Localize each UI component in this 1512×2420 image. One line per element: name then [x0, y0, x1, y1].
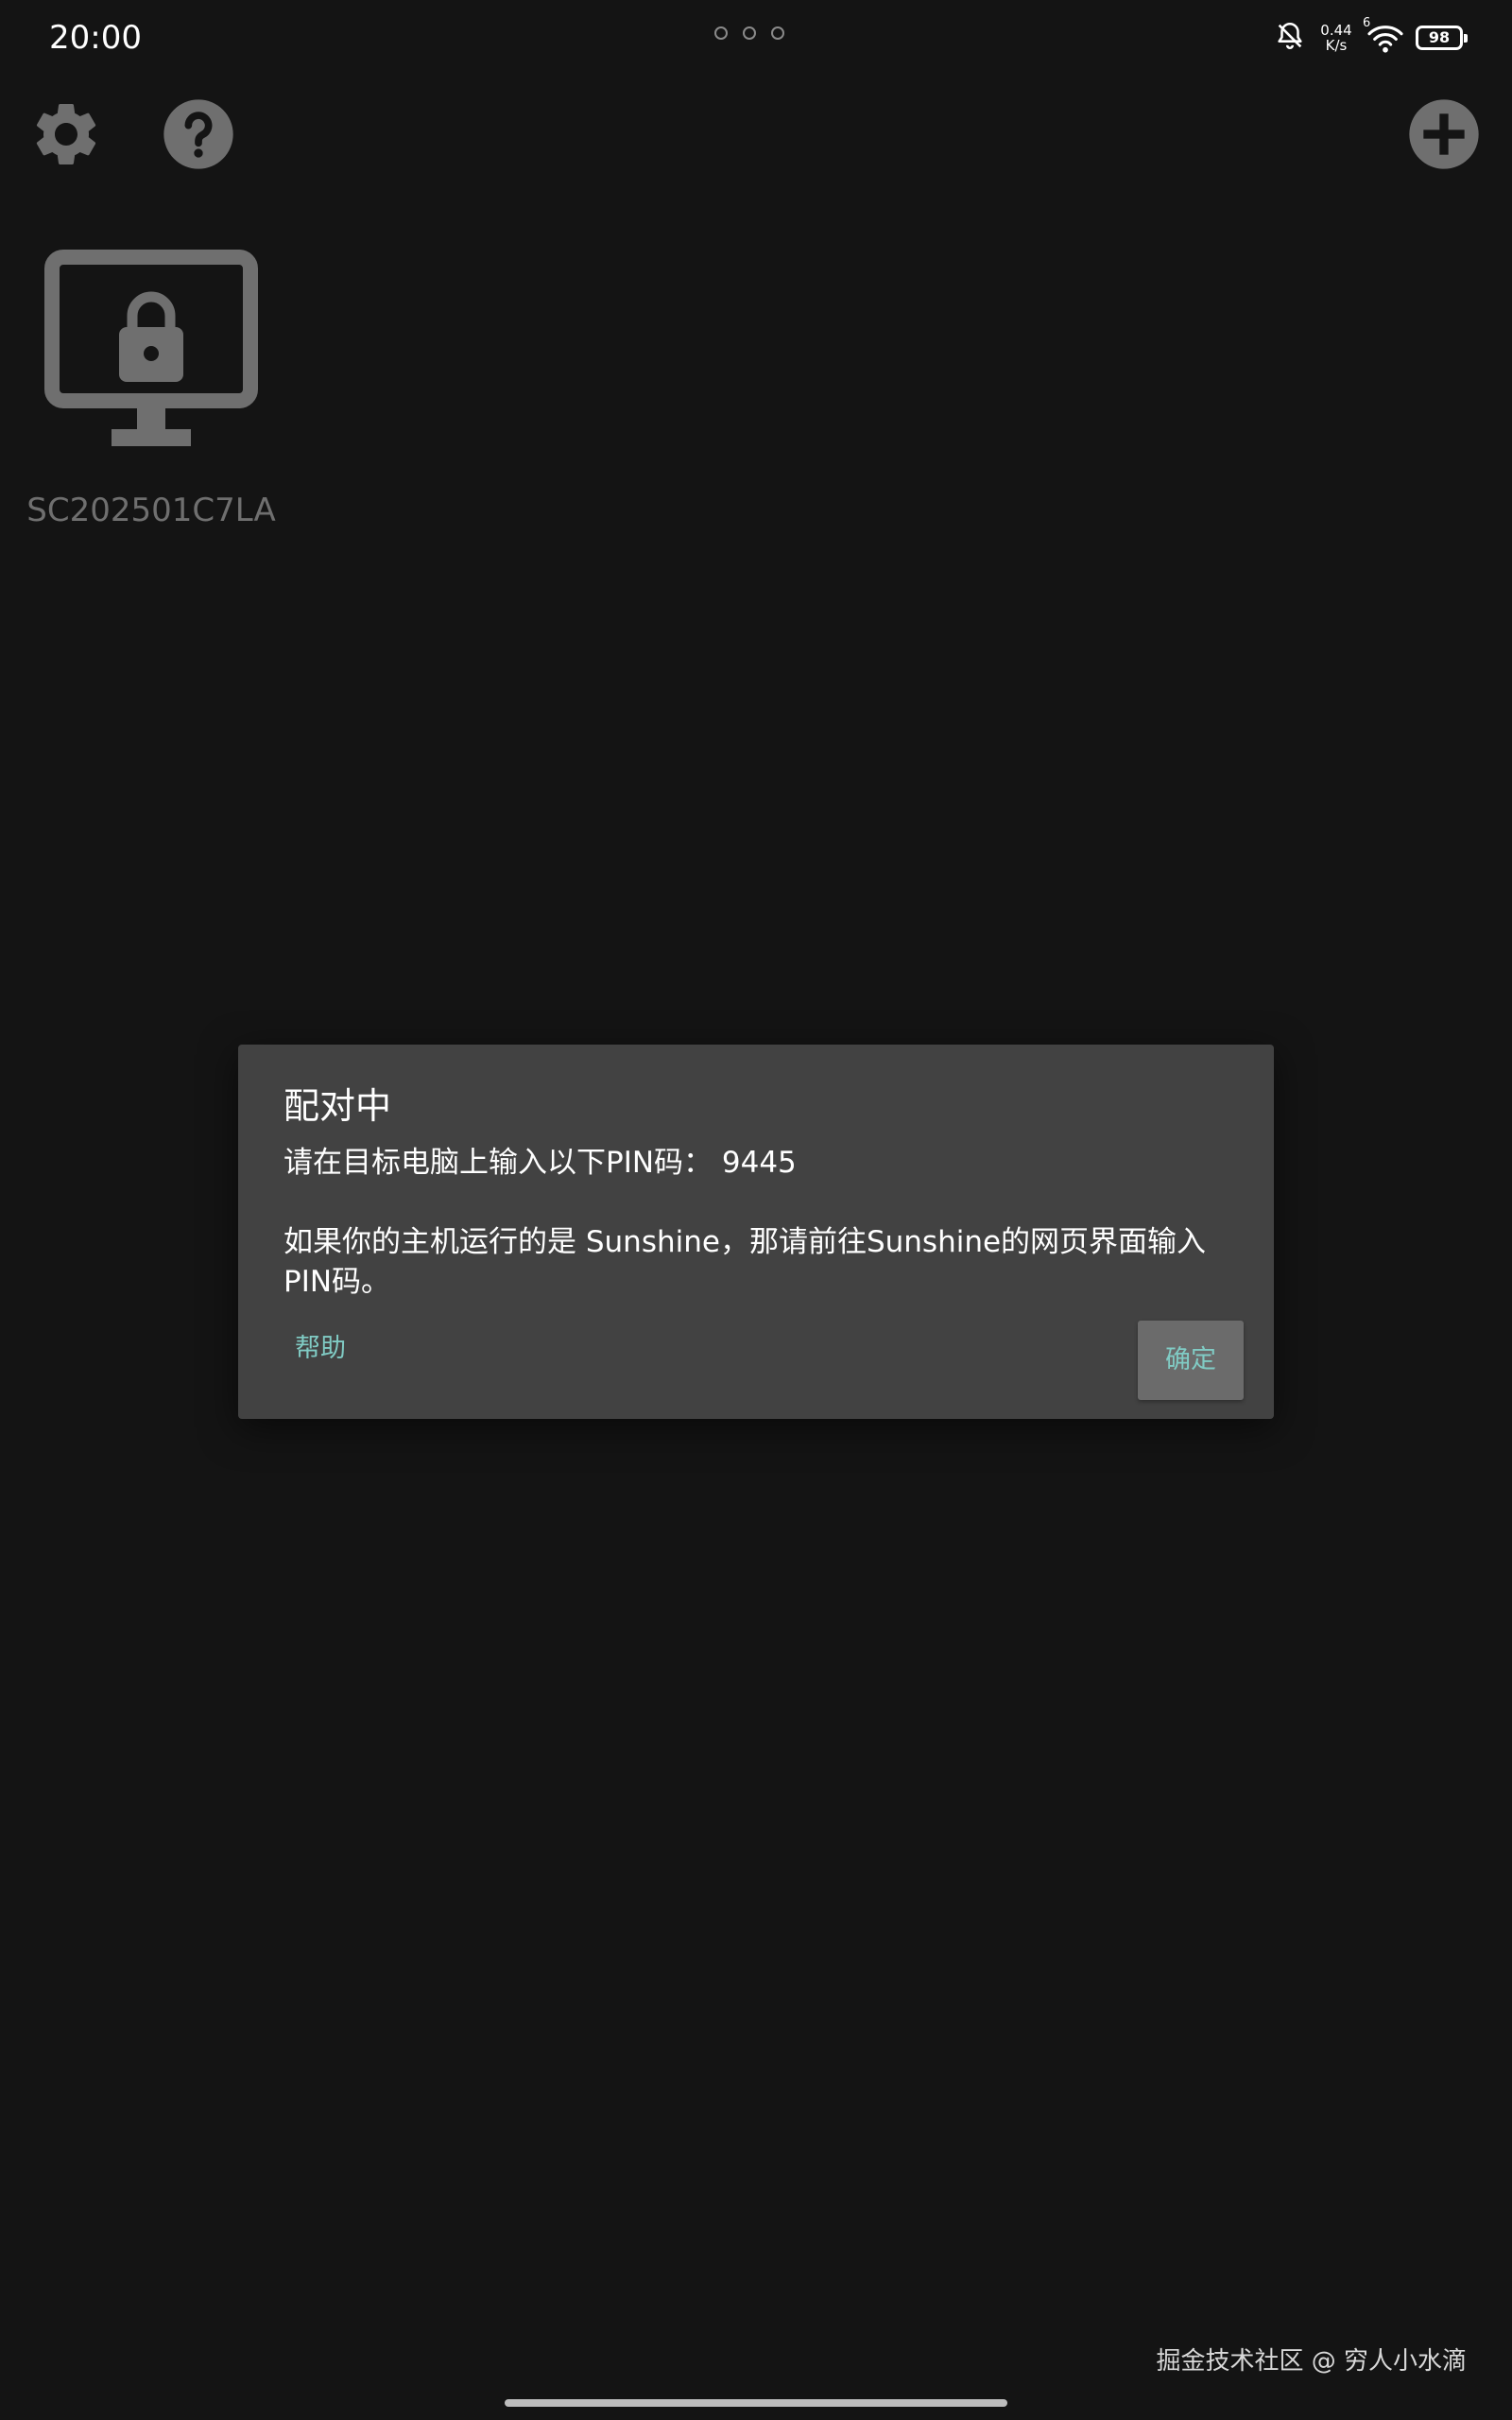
network-speed: 0.44 K/s: [1317, 23, 1355, 53]
status-time: 20:00: [49, 19, 142, 57]
status-icons: 0.44 K/s 6 98: [1274, 16, 1468, 59]
ok-button[interactable]: 确定: [1138, 1321, 1244, 1400]
battery-icon: 98: [1416, 26, 1468, 50]
dialog-message: 请在目标电脑上输入以下PIN码： 9445 如果你的主机运行的是 Sunshin…: [284, 1146, 1207, 1299]
locked-monitor-icon: [44, 250, 258, 446]
home-indicator[interactable]: [505, 2399, 1007, 2407]
status-dot: [714, 26, 728, 40]
watermark: 掘金技术社区 @ 穷人小水滴: [1156, 2347, 1467, 2376]
wifi-badge: 6: [1363, 16, 1371, 30]
settings-button[interactable]: [28, 96, 104, 172]
wifi-icon: 6: [1363, 16, 1404, 54]
pc-name: SC202501C7LA: [26, 492, 276, 529]
network-speed-unit: K/s: [1325, 37, 1348, 54]
plus-icon: [1409, 99, 1479, 169]
help-button[interactable]: [161, 96, 236, 172]
network-speed-value: 0.44: [1320, 22, 1352, 39]
add-pc-button[interactable]: [1406, 96, 1482, 172]
status-dot: [771, 26, 784, 40]
status-dot: [743, 26, 756, 40]
pc-tile[interactable]: [28, 248, 274, 459]
gear-icon: [36, 103, 96, 164]
help-button-dialog[interactable]: 帮助: [284, 1321, 357, 1377]
battery-level: 98: [1428, 28, 1451, 46]
question-icon: [163, 99, 233, 169]
status-dots: [714, 26, 784, 40]
app-screen: 20:00 0.44 K/s 6 98 SC202501C7LA 配对中 请在目…: [0, 0, 1512, 2420]
dialog-title: 配对中: [284, 1085, 392, 1127]
bell-muted-icon: [1274, 20, 1306, 56]
pairing-dialog: 配对中 请在目标电脑上输入以下PIN码： 9445 如果你的主机运行的是 Sun…: [238, 1045, 1274, 1419]
